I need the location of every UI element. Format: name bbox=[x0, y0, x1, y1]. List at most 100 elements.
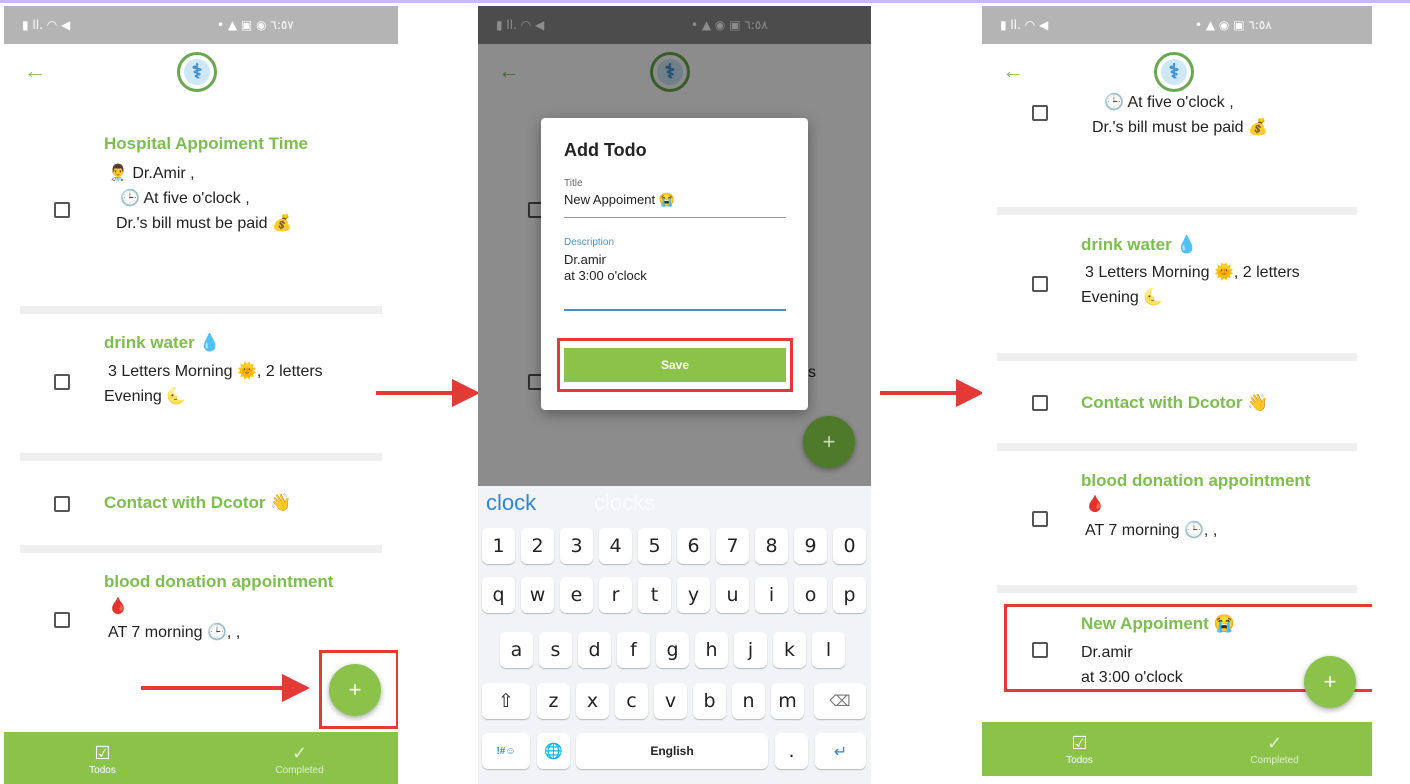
todo-line: 🕒 At five o'clock , bbox=[120, 190, 250, 207]
key[interactable]: a bbox=[500, 632, 533, 668]
todo-checkbox[interactable] bbox=[1032, 642, 1048, 658]
save-button[interactable]: Save bbox=[564, 348, 786, 382]
key[interactable]: c bbox=[615, 683, 648, 719]
todo-checkbox[interactable] bbox=[54, 496, 70, 512]
key[interactable]: m bbox=[771, 683, 804, 719]
period-key[interactable]: . bbox=[775, 733, 808, 769]
todo-line: 3 Letters Morning 🌞, 2 letters bbox=[1085, 264, 1300, 281]
key[interactable]: r bbox=[599, 577, 632, 613]
shift-key-icon[interactable]: ⇧ bbox=[482, 683, 530, 719]
dialog-title: Add Todo bbox=[564, 140, 647, 160]
tab-completed[interactable]: ✓ Completed bbox=[201, 732, 398, 784]
key[interactable]: x bbox=[576, 683, 609, 719]
todo-title: Contact with Dcotor 👋 bbox=[104, 493, 292, 512]
tab-todos[interactable]: ☑ Todos bbox=[982, 722, 1177, 776]
title-label: Title bbox=[564, 178, 583, 189]
key[interactable]: 1 bbox=[482, 528, 515, 564]
todo-line: 🩸 bbox=[1085, 496, 1105, 513]
key[interactable]: u bbox=[716, 577, 749, 613]
key[interactable]: n bbox=[732, 683, 765, 719]
key[interactable]: y bbox=[677, 577, 710, 613]
key[interactable]: b bbox=[693, 683, 726, 719]
key[interactable]: s bbox=[539, 632, 572, 668]
add-todo-button[interactable]: + bbox=[803, 416, 855, 468]
todo-title: Hospital Appoiment Time bbox=[104, 134, 309, 153]
key[interactable]: z bbox=[537, 683, 570, 719]
key[interactable]: k bbox=[773, 632, 806, 668]
todo-checkbox[interactable] bbox=[1032, 105, 1048, 121]
title-input[interactable]: New Appoiment 😭 bbox=[564, 192, 675, 208]
todo-title: New Appoiment 😭 bbox=[1081, 614, 1235, 633]
key[interactable]: v bbox=[654, 683, 687, 719]
todo-checkbox[interactable] bbox=[1032, 276, 1048, 292]
key[interactable]: 6 bbox=[677, 528, 710, 564]
add-todo-button[interactable]: + bbox=[1304, 656, 1356, 708]
symbols-key[interactable]: !#☺ bbox=[482, 733, 530, 769]
key[interactable]: t bbox=[638, 577, 671, 613]
status-bar: ▮ ll. ◠ ◀ • ▲ ◉ ▣ ٦:٥٨ bbox=[982, 6, 1372, 44]
todos-icon: ☑ bbox=[94, 742, 111, 763]
backspace-key-icon[interactable]: ⌫ bbox=[814, 683, 866, 719]
description-label: Description bbox=[564, 237, 615, 248]
todo-checkbox[interactable] bbox=[54, 374, 70, 390]
back-arrow-icon[interactable]: ← bbox=[1002, 60, 1024, 82]
status-left-icons: ▮ ll. ◠ ◀ bbox=[1000, 18, 1049, 32]
globe-key-icon[interactable]: 🌐 bbox=[537, 733, 570, 769]
key[interactable]: 0 bbox=[833, 528, 866, 564]
key[interactable]: p bbox=[833, 577, 866, 613]
key[interactable]: 4 bbox=[599, 528, 632, 564]
divider bbox=[997, 443, 1357, 451]
medical-logo-icon: ⚕ bbox=[1161, 59, 1187, 85]
todo-checkbox[interactable] bbox=[54, 202, 70, 218]
description-input-line[interactable]: Dr.amir bbox=[564, 252, 606, 268]
tab-label: Completed bbox=[1250, 754, 1299, 766]
space-key[interactable]: English bbox=[576, 733, 768, 769]
app-logo: ⚕ bbox=[177, 52, 217, 92]
todo-title: blood donation appointment bbox=[104, 572, 334, 591]
key[interactable]: 9 bbox=[794, 528, 827, 564]
todo-title: Contact with Dcotor 👋 bbox=[1081, 393, 1269, 412]
todo-title: blood donation appointment bbox=[1081, 471, 1311, 490]
todo-line: 3 Letters Morning 🌞, 2 letters bbox=[108, 363, 323, 380]
todo-checkbox[interactable] bbox=[54, 612, 70, 628]
bottom-navigation: ☑ Todos ✓ Completed bbox=[982, 722, 1372, 776]
key[interactable]: 3 bbox=[560, 528, 593, 564]
back-arrow-icon[interactable]: ← bbox=[24, 60, 46, 82]
suggestion-item[interactable]: clock bbox=[486, 490, 536, 516]
flow-arrow-icon bbox=[880, 379, 984, 407]
flow-arrow-icon bbox=[376, 379, 480, 407]
divider bbox=[20, 306, 382, 314]
add-todo-button[interactable]: + bbox=[329, 664, 381, 716]
key[interactable]: d bbox=[578, 632, 611, 668]
tab-label: Completed bbox=[275, 764, 324, 776]
key[interactable]: o bbox=[794, 577, 827, 613]
key[interactable]: 8 bbox=[755, 528, 788, 564]
todo-line: 🕒 At five o'clock , bbox=[1104, 94, 1234, 111]
tab-completed[interactable]: ✓ Completed bbox=[1177, 722, 1372, 776]
key[interactable]: l bbox=[812, 632, 845, 668]
key[interactable]: g bbox=[656, 632, 689, 668]
key[interactable]: 2 bbox=[521, 528, 554, 564]
key[interactable]: w bbox=[521, 577, 554, 613]
key[interactable]: q bbox=[482, 577, 515, 613]
todo-checkbox[interactable] bbox=[1032, 511, 1048, 527]
key[interactable]: 5 bbox=[638, 528, 671, 564]
key[interactable]: 7 bbox=[716, 528, 749, 564]
status-left-icons: ▮ ll. ◠ ◀ bbox=[22, 18, 71, 32]
key[interactable]: e bbox=[560, 577, 593, 613]
tab-todos[interactable]: ☑ Todos bbox=[4, 732, 201, 784]
key[interactable]: i bbox=[755, 577, 788, 613]
suggestion-item[interactable]: clocks bbox=[594, 490, 655, 516]
todo-checkbox[interactable] bbox=[1032, 395, 1048, 411]
enter-key-icon[interactable]: ↵ bbox=[815, 733, 866, 769]
title-underline bbox=[564, 217, 786, 218]
key[interactable]: j bbox=[734, 632, 767, 668]
key[interactable]: f bbox=[617, 632, 650, 668]
divider bbox=[997, 585, 1357, 593]
phone-screen-add-todo: ▮ ll. ◠ ◀ • ▲ ◉ ▣ ٦:٥٨ ← ⚕ s + Add Todo … bbox=[478, 6, 871, 784]
description-input-line[interactable]: at 3:00 o'clock bbox=[564, 268, 647, 284]
phone-screen-todo-list: ▮ ll. ◠ ◀ • ▲ ▣ ◉ ٦:٥٧ ← ⚕ Hospital Appo… bbox=[4, 6, 398, 784]
app-logo: ⚕ bbox=[1154, 52, 1194, 92]
key[interactable]: h bbox=[695, 632, 728, 668]
todo-line: Dr.'s bill must be paid 💰 bbox=[116, 215, 292, 232]
